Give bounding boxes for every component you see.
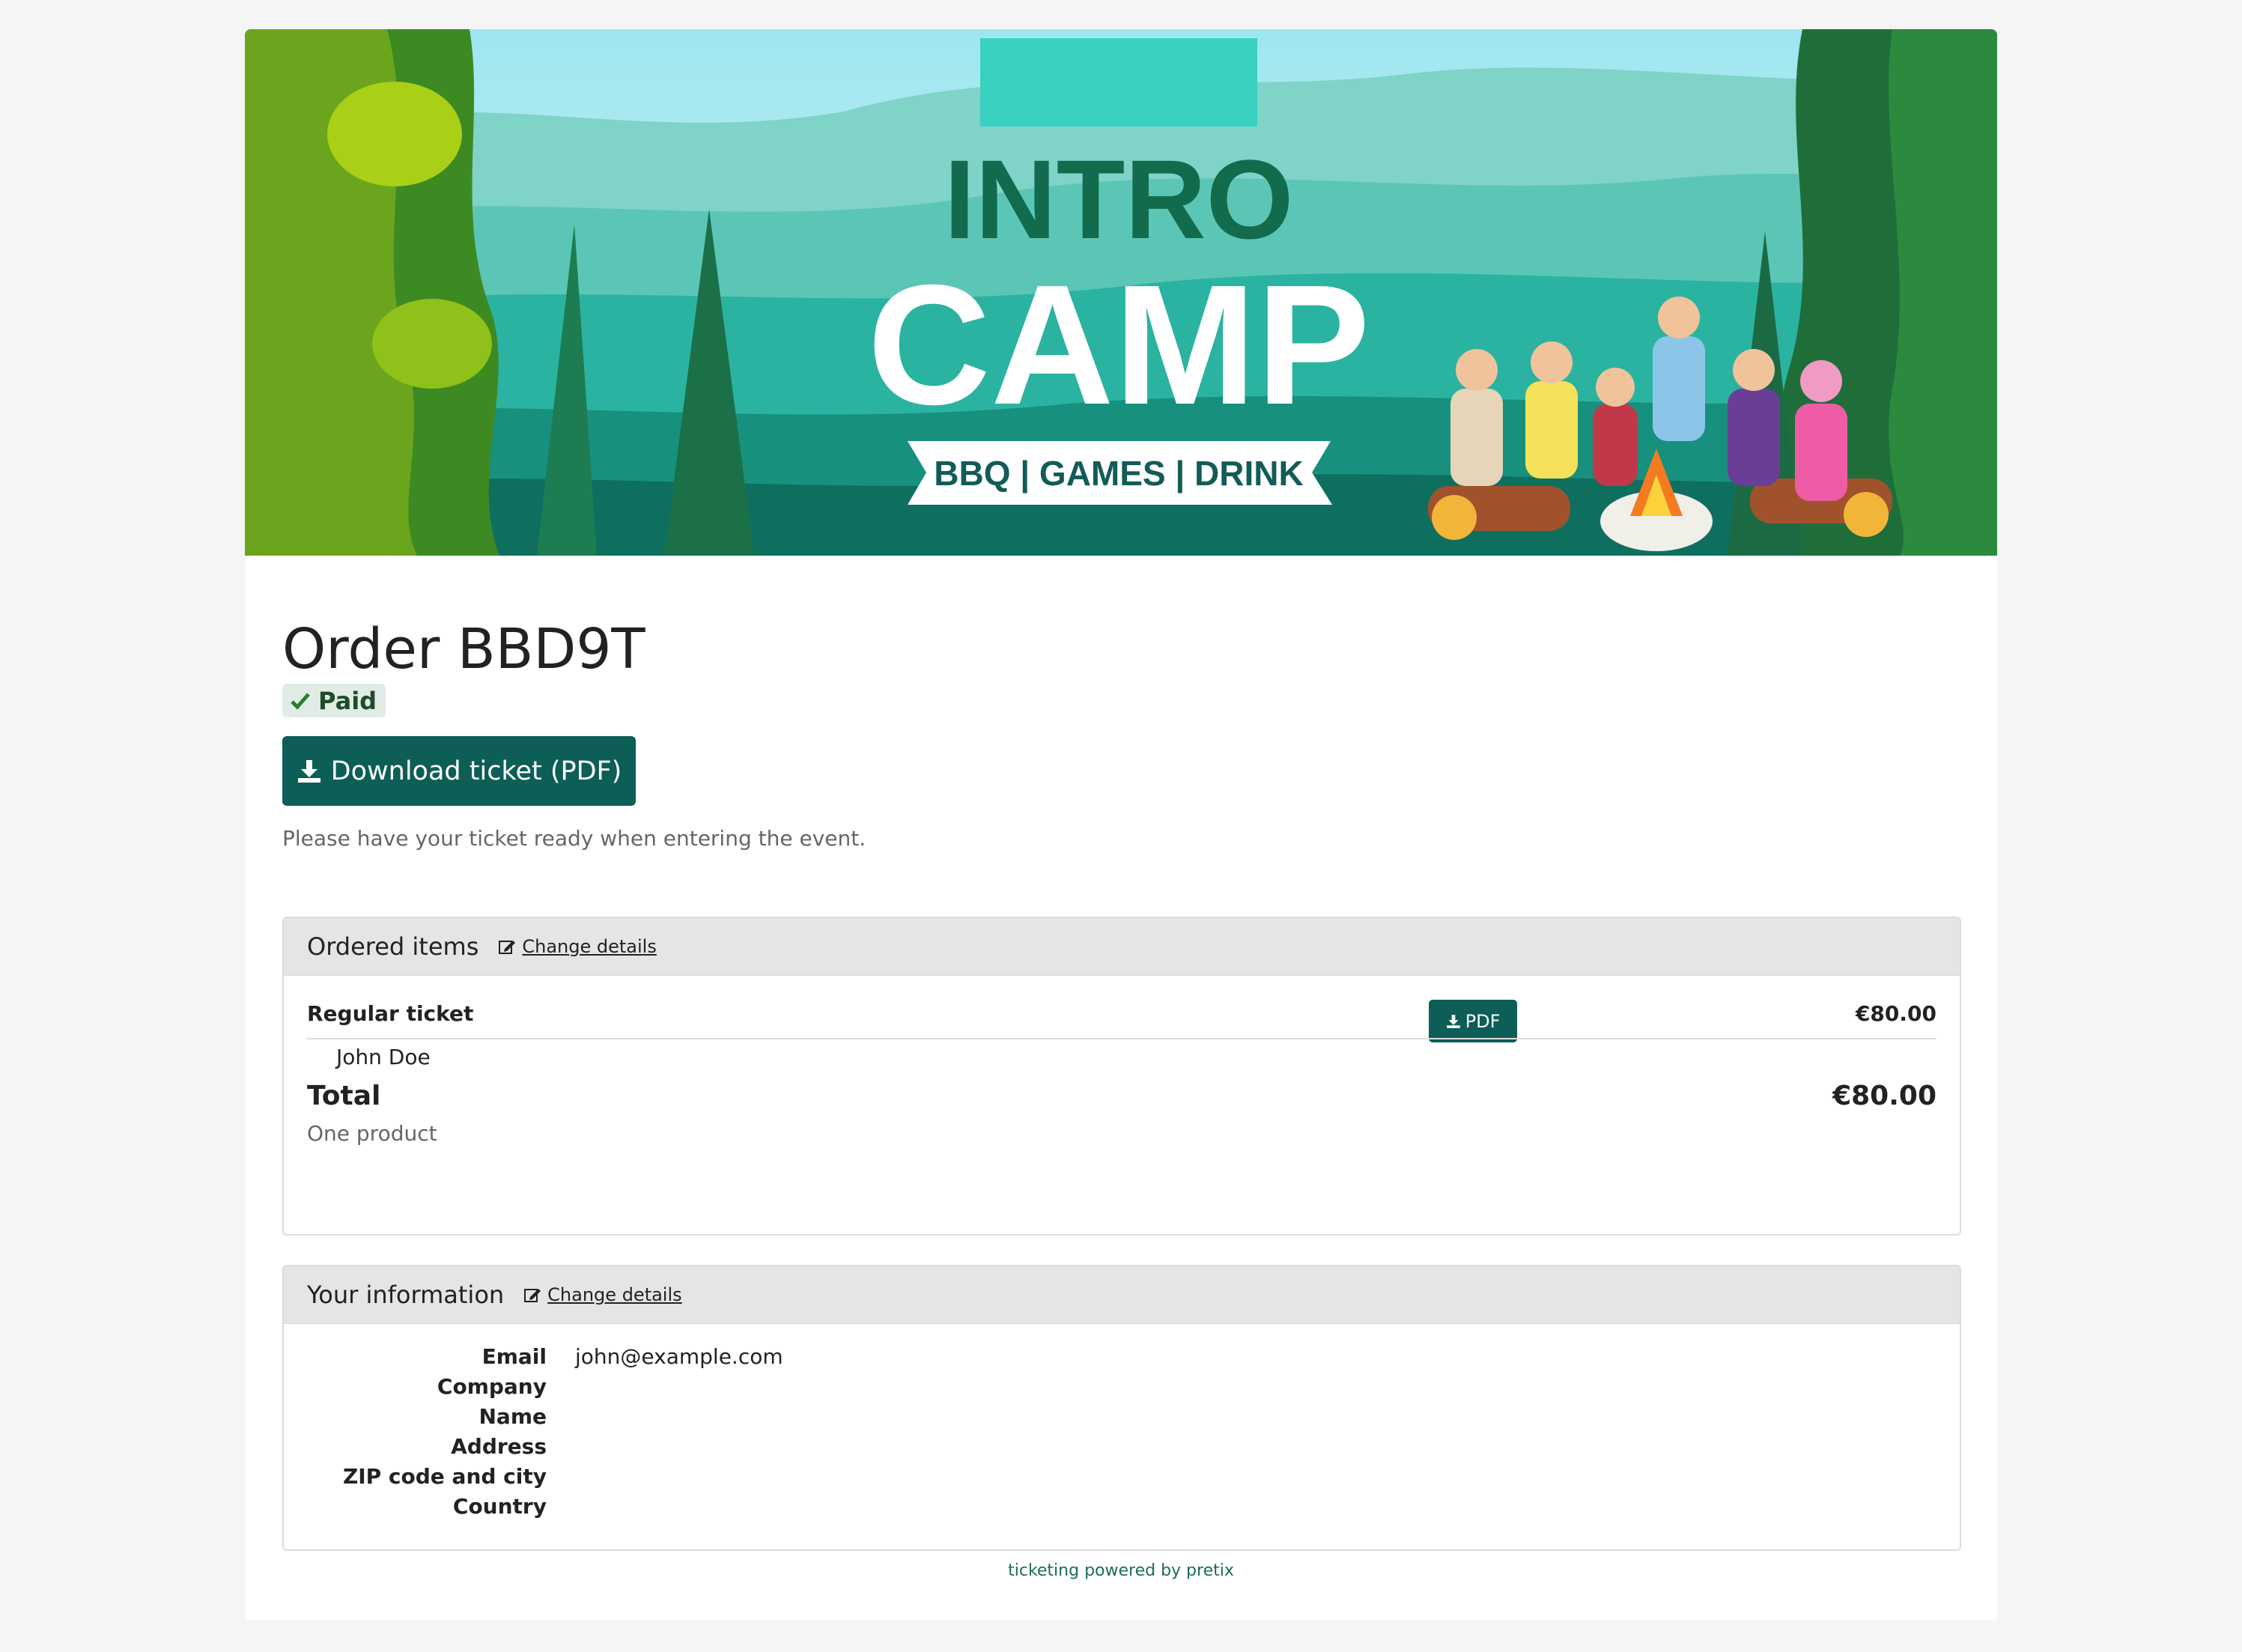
ticket-hint: Please have your ticket ready when enter… <box>282 826 866 851</box>
total-label: Total <box>307 1081 381 1111</box>
item-pdf-label: PDF <box>1465 1010 1501 1032</box>
change-details-link[interactable]: Change details <box>523 1284 682 1305</box>
banner-ribbon: BBQ | GAMES | DRINK <box>934 454 1303 493</box>
info-label: Country <box>452 1494 547 1519</box>
info-row-country: Country <box>284 1494 1960 1524</box>
banner-line1: INTRO <box>944 136 1294 262</box>
download-icon <box>297 759 320 783</box>
items-divider <box>307 1038 1936 1039</box>
page-title: Order BBD9T <box>282 617 645 681</box>
banner-line2: CAMP <box>867 250 1370 440</box>
info-label: ZIP code and city <box>342 1464 547 1489</box>
status-badge: Paid <box>282 684 386 717</box>
change-details-link[interactable]: Change details <box>498 936 657 957</box>
total-value: €80.00 <box>1832 1081 1936 1111</box>
item-pdf-button[interactable]: PDF <box>1429 1000 1517 1042</box>
footer-powered-by[interactable]: ticketing powered by pretix <box>245 1561 1997 1580</box>
your-information-title: Your information <box>307 1281 505 1309</box>
change-details-label: Change details <box>522 936 657 957</box>
status-label: Paid <box>318 686 377 715</box>
order-page: INTRO CAMP BBQ | GAMES | DRINK Order BBD… <box>245 29 1997 1621</box>
ordered-items-panel: Ordered items Change details Regular tic… <box>282 917 1961 1236</box>
checkmark-icon <box>291 692 310 710</box>
download-ticket-label: Download ticket (PDF) <box>330 756 622 786</box>
item-name: Regular ticket <box>307 1001 474 1026</box>
download-ticket-button[interactable]: Download ticket (PDF) <box>282 736 636 806</box>
info-value: john@example.com <box>575 1344 783 1369</box>
info-row-address: Address <box>284 1434 1960 1464</box>
info-label: Address <box>451 1434 547 1459</box>
info-label: Email <box>481 1344 547 1369</box>
change-details-label: Change details <box>547 1284 682 1305</box>
info-row-company: Company <box>284 1374 1960 1404</box>
item-price: €80.00 <box>1855 1001 1936 1026</box>
info-row-email: Email john@example.com <box>284 1344 1960 1374</box>
info-label: Name <box>479 1404 547 1429</box>
your-information-panel: Your information Change details Email jo… <box>282 1265 1961 1551</box>
info-label: Company <box>437 1374 547 1399</box>
footer-link[interactable]: ticketing powered by pretix <box>1008 1561 1234 1580</box>
ordered-items-header: Ordered items Change details <box>284 918 1960 976</box>
edit-icon <box>524 1289 541 1302</box>
event-banner: INTRO CAMP BBQ | GAMES | DRINK <box>245 29 1997 556</box>
info-row-name: Name <box>284 1404 1960 1434</box>
info-row-zip-city: ZIP code and city <box>284 1464 1960 1494</box>
download-icon <box>1446 1014 1460 1028</box>
ordered-items-title: Ordered items <box>307 932 479 961</box>
your-information-header: Your information Change details <box>284 1266 1960 1324</box>
item-attendee: John Doe <box>336 1045 431 1069</box>
total-subtitle: One product <box>307 1121 437 1146</box>
edit-icon <box>499 941 516 954</box>
